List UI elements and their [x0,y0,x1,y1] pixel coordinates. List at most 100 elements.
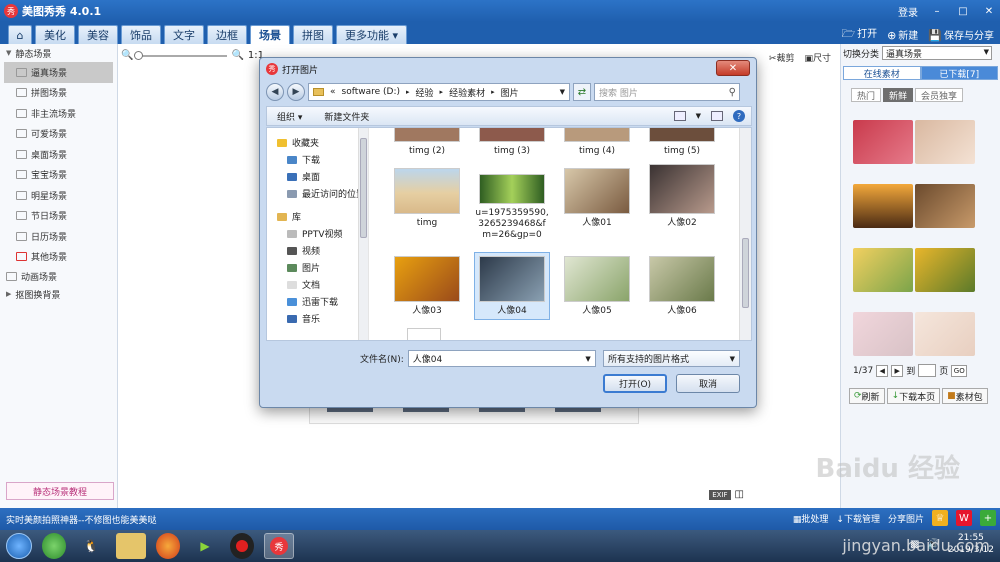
sidebar-item-calendar[interactable]: 日历场景 [0,226,117,247]
file-scrollbar[interactable] [739,128,751,340]
tab-scene[interactable]: 场景 [250,25,290,44]
prev-page-button[interactable]: ◀ [876,364,889,377]
dialog-close-button[interactable]: ✕ [716,60,750,76]
sidebar-group-static[interactable]: ▼ 静态场景 [0,44,117,62]
nav-documents[interactable]: 文档 [267,276,368,293]
nav-pptv[interactable]: PPTV视频 [267,225,368,242]
tab-frame[interactable]: 边框 [207,25,247,44]
scroll-thumb[interactable] [742,238,749,308]
save-share-button[interactable]: 💾 保存与分享 [928,27,994,42]
tab-face[interactable]: 美容 [78,25,118,44]
minimize-button[interactable]: – [930,6,944,17]
subtab-vip[interactable]: 会员独享 [915,88,964,102]
sidebar-item-desktop[interactable]: 桌面场景 [0,144,117,165]
tab-collage[interactable]: 拼图 [293,25,333,44]
material-thumb[interactable] [853,312,913,356]
sidebar-item-holiday[interactable]: 节日场景 [0,206,117,227]
sidebar-item-other[interactable]: 其他场景 [0,247,117,268]
forward-button[interactable]: ▶ [287,83,305,101]
sidebar-group-cutout[interactable]: ▶ 抠图换背景 [0,285,117,303]
address-bar[interactable]: « software (D:) ▸ 经验 ▸ 经验素材 ▸ 图片 ▼ [308,83,570,101]
tab-online[interactable]: 在线素材 [843,66,921,80]
new-button[interactable]: ⊕ 新建 [887,27,918,42]
crown-icon[interactable]: ♕ [932,510,948,526]
subtab-hot[interactable]: 热门 [851,88,882,102]
compare-icon[interactable]: ◫ [735,489,744,500]
material-thumb[interactable] [853,248,913,292]
zoom-out-icon[interactable]: 🔍 [121,50,133,61]
nav-favorites[interactable]: 收藏夹 [267,134,368,151]
weibo-icon[interactable]: W [956,510,972,526]
chevron-down-icon[interactable]: ▼ [585,355,590,363]
sidebar-item-baby[interactable]: 宝宝场景 [0,165,117,186]
sidebar-item-collage[interactable]: 拼图场景 [0,83,117,104]
file-item[interactable]: 人像06 [644,256,720,317]
material-thumb[interactable] [853,184,913,228]
start-button[interactable] [6,533,32,559]
nav-recent[interactable]: 最近访问的位置 [267,185,368,202]
breadcrumb-jingyan[interactable]: 经验 [416,86,434,99]
tutorial-button[interactable]: 静态场景教程 [6,482,114,500]
tab-more[interactable]: 更多功能 ▾ [336,25,408,44]
sidebar-item-star[interactable]: 明星场景 [0,185,117,206]
file-item[interactable]: 人像05 [559,256,635,317]
cancel-button[interactable]: 取消 [676,374,740,393]
firefox-icon[interactable] [156,533,180,559]
zoom-in-icon[interactable]: 🔍 [231,50,243,61]
go-button[interactable]: GO [951,364,968,377]
file-item[interactable]: u=1975359590,3265239468&fm=26&gp=0 [474,174,550,241]
file-item[interactable]: timg (5) [644,128,720,156]
exif-button[interactable]: EXIF [709,489,731,500]
material-pack-button[interactable]: ■ 素材包 [942,388,988,404]
file-item[interactable]: 人像02 [644,164,720,229]
zoom-knob[interactable] [134,50,144,60]
chevron-down-icon[interactable]: ▼ [696,112,701,120]
tab-text[interactable]: 文字 [164,25,204,44]
crop-button[interactable]: ✂裁剪 [769,51,795,64]
new-folder-button[interactable]: 新建文件夹 [324,110,369,123]
refresh-button[interactable]: ⇄ [573,83,591,101]
home-icon[interactable]: ⌂ [8,25,32,44]
next-page-button[interactable]: ▶ [891,364,904,377]
breadcrumb-pictures[interactable]: 图片 [501,86,519,99]
view-icon[interactable] [673,111,686,121]
file-item[interactable]: timg (3) [474,128,550,156]
maximize-button[interactable]: □ [956,6,970,17]
zoom-slider[interactable] [134,50,228,60]
file-item[interactable]: 人像01 [559,168,635,229]
file-type-select[interactable]: 所有支持的图片格式 ▼ [603,350,740,367]
chevron-down-icon[interactable]: ▼ [560,88,565,96]
file-item[interactable]: timg (4) [559,128,635,156]
file-item-selected[interactable]: 人像04 [474,252,550,320]
material-thumb[interactable] [853,120,913,164]
nav-library[interactable]: 库 [267,208,368,225]
preview-pane-icon[interactable] [711,111,723,121]
nav-scrollbar[interactable] [358,128,368,340]
page-input[interactable] [918,364,937,377]
open-file-button[interactable]: 打开(O) [603,374,667,393]
refresh-button[interactable]: ⟳ 刷新 [849,388,885,404]
material-thumb[interactable] [915,184,975,228]
qq-icon[interactable]: 🐧 [76,533,106,559]
nav-xunlei[interactable]: 迅雷下载 [267,293,368,310]
material-thumb[interactable] [915,120,975,164]
filename-input[interactable]: 人像04 ▼ [407,350,596,367]
close-button[interactable]: ✕ [982,6,996,17]
file-item[interactable]: timg (2) [389,128,465,156]
status-tip[interactable]: 实时美颜拍照神器--不修图也能美美哒 [6,513,157,526]
file-item[interactable]: timg [389,168,465,229]
tab-beautify[interactable]: 美化 [35,25,75,44]
sidebar-item-cute[interactable]: 可爱场景 [0,124,117,145]
sidebar-item-realistic[interactable]: 逼真场景 [4,62,113,83]
sidebar-group-animated[interactable]: 动画场景 [0,267,117,285]
breadcrumb-drive[interactable]: software (D:) [342,87,401,97]
file-item[interactable]: 人像03 [389,256,465,317]
explorer-icon[interactable] [116,533,146,559]
material-thumb[interactable] [915,248,975,292]
category-select[interactable]: 逼真场景 ▼ [882,46,993,60]
plus-icon[interactable]: + [980,510,996,526]
nav-pictures[interactable]: 图片 [267,259,368,276]
open-button[interactable]: 🗁 打开 [841,25,877,44]
download-page-button[interactable]: ↓ 下载本页 [886,388,941,404]
nav-video[interactable]: 视频 [267,242,368,259]
